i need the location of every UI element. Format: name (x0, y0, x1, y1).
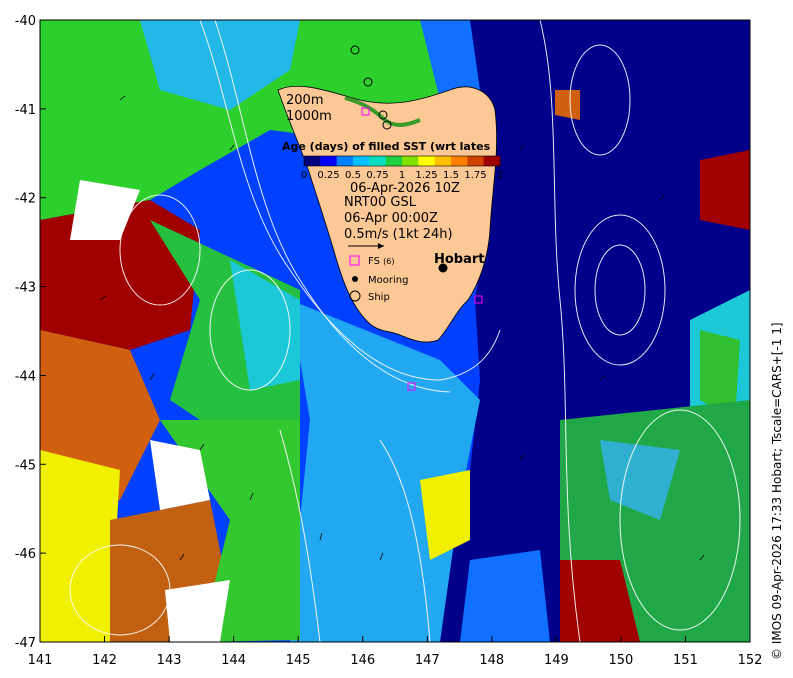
colorbar-swatch (304, 156, 321, 166)
colorbar-tick-label: 2 (497, 170, 503, 181)
colorbar-swatch (385, 156, 403, 166)
colorbar-swatch (451, 156, 468, 166)
lon-tick-label: 150 (608, 653, 633, 668)
east-old-patch (700, 150, 750, 230)
current-time-label: 06-Apr 00:00Z (344, 211, 438, 226)
lon-tick-label: 146 (350, 653, 375, 668)
colorbar-tick-label: 0.25 (317, 170, 339, 181)
white-gap-3 (165, 580, 230, 642)
colorbar (303, 155, 501, 167)
colorbar-swatch (320, 156, 338, 166)
lon-tick-label: 144 (221, 653, 246, 668)
colorbar-tick-label: 0.5 (345, 170, 361, 181)
lat-tick-label: -45 (15, 458, 36, 473)
lon-tick-label: 143 (157, 653, 182, 668)
mooring-legend-label: Mooring (368, 275, 408, 286)
colorbar-swatch (369, 156, 387, 166)
date-line: 06-Apr-2026 10Z (350, 181, 460, 196)
colorbar-tick-label: 1.5 (443, 170, 459, 181)
sst-age-field (40, 20, 750, 642)
colorbar-swatch (483, 156, 501, 166)
lat-tick-label: -41 (15, 103, 36, 118)
fs-legend-label: FS (6) (368, 256, 394, 267)
lon-tick-label: 147 (415, 653, 440, 668)
lat-tick-label: -47 (15, 636, 36, 651)
colorbar-tick-label: 1.25 (415, 170, 437, 181)
lat-tick-label: -43 (15, 281, 36, 296)
lat-tick-label: -44 (15, 369, 36, 384)
colorbar-swatch (467, 156, 485, 166)
colorbar-tick-label: 0 (301, 170, 307, 181)
hobart-label: Hobart (434, 252, 485, 267)
colorbar-swatch (336, 156, 354, 166)
lon-tick-label: 142 (92, 653, 117, 668)
depth-1000-label: 1000m (286, 109, 332, 124)
lon-tick-label: 152 (738, 653, 763, 668)
east-orange-fleck (555, 90, 580, 120)
lon-tick-label: 149 (544, 653, 569, 668)
colorbar-swatch (402, 156, 419, 166)
colorbar-swatch (434, 156, 452, 166)
product-label: NRT00 GSL (344, 195, 417, 210)
lon-tick-label: 141 (28, 653, 53, 668)
colorbar-ticks: 0 0.25 0.5 0.75 1 1.25 1.5 1.75 2 (301, 170, 503, 181)
arrow-scale-label: 0.5m/s (1kt 24h) (344, 227, 453, 242)
lat-tick-label: -40 (15, 14, 36, 29)
lon-tick-label: 145 (286, 653, 311, 668)
credit-text: © IMOS 09-Apr-2026 17:33 Hobart; Tscale=… (770, 322, 784, 660)
colorbar-title: Age (days) of filled SST (wrt lates (282, 140, 491, 153)
colorbar-swatch (353, 156, 370, 166)
lat-tick-label: -42 (15, 192, 36, 207)
colorbar-tick-label: 0.75 (366, 170, 388, 181)
colorbar-tick-label: 1 (399, 170, 405, 181)
colorbar-swatch (418, 156, 436, 166)
mooring-legend-icon (352, 276, 358, 282)
colorbar-tick-label: 1.75 (464, 170, 486, 181)
lon-tick-label: 151 (673, 653, 698, 668)
lat-tick-label: -46 (15, 547, 36, 562)
ship-legend-label: Ship (368, 292, 390, 303)
depth-200-label: 200m (286, 93, 323, 108)
south-blue-patch (460, 550, 550, 642)
sst-age-map: 141 142 143 144 145 146 147 148 149 150 151 152 -40… (15, 14, 763, 668)
lon-tick-label: 148 (479, 653, 504, 668)
